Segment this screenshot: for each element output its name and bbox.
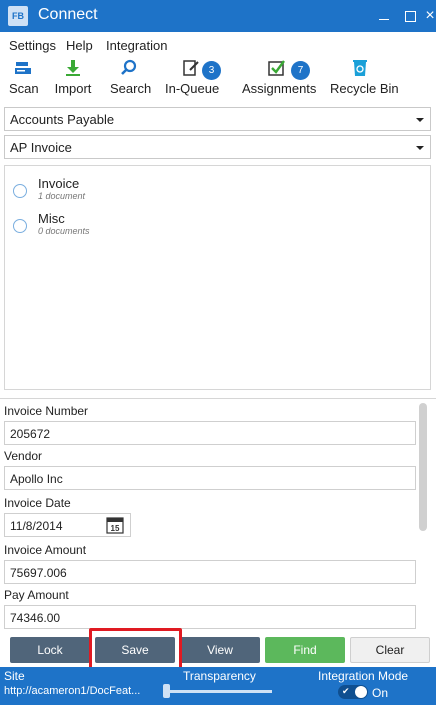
inqueue-count-badge: 3 [202,61,221,80]
transparency-label: Transparency [183,669,256,683]
close-button[interactable]: × [424,4,436,28]
pay-amount-field[interactable]: 74346.00 [4,605,416,629]
calendar-icon[interactable]: 15 [106,516,124,534]
scan-label: Scan [9,81,39,96]
document-name: Misc [38,211,65,226]
check-icon: ✔ [342,686,350,696]
menu-integration[interactable]: Integration [106,38,167,53]
chevron-down-icon [416,146,424,150]
site-label: Site [4,669,25,683]
recycle-bin-icon [353,60,367,76]
status-bar: Site http://acameron1/DocFeat... Transpa… [0,667,436,705]
edit-document-icon [183,60,199,76]
scan-button[interactable]: Scan [9,58,39,100]
list-item[interactable]: Misc 0 documents [5,207,430,241]
search-button[interactable]: Search [110,58,152,100]
app-logo: FB [8,6,28,26]
minimize-button[interactable] [372,4,396,28]
integration-mode-toggle[interactable]: ✔ [338,685,368,699]
view-button[interactable]: View [180,637,260,663]
invoice-date-label: Invoice Date [4,496,71,510]
invoice-number-label: Invoice Number [4,404,89,418]
document-type-select[interactable]: AP Invoice [4,135,431,159]
import-label: Import [54,81,92,96]
title-bar: FB Connect × [0,0,436,32]
fields-scrollbar[interactable] [419,403,427,531]
clear-button[interactable]: Clear [350,637,430,663]
menu-bar: Settings Help Integration [0,32,436,56]
save-button[interactable]: Save [95,637,175,663]
menu-help[interactable]: Help [66,38,93,53]
assignments-label: Assignments [242,81,317,96]
scanner-icon [15,62,31,74]
integration-mode-label: Integration Mode [318,669,409,683]
toolbar: Scan Import Search In-Queue 3 Assignment… [0,58,436,100]
document-type-list: Invoice 1 document Misc 0 documents [4,165,431,390]
vendor-label: Vendor [4,449,43,463]
radio-button[interactable] [13,184,27,198]
document-count: 1 document [38,191,86,201]
integration-mode-state: On [372,686,389,700]
radio-button[interactable] [13,219,27,233]
toggle-knob [355,686,367,698]
pay-amount-label: Pay Amount [4,588,69,602]
department-value: Accounts Payable [10,112,115,127]
list-item[interactable]: Invoice 1 document [5,172,430,206]
site-url: http://acameron1/DocFeat... [4,685,141,697]
action-bar: Lock Save View Find Clear [0,635,436,663]
invoice-number-field[interactable]: 205672 [4,421,416,445]
transparency-slider-thumb[interactable] [163,684,170,698]
search-icon [121,59,137,75]
lock-button[interactable]: Lock [10,637,90,663]
chevron-down-icon [416,118,424,122]
window-title: Connect [38,6,98,23]
invoice-date-value: 11/8/2014 [10,519,63,533]
calendar-day: 15 [111,524,120,533]
search-label: Search [110,81,152,96]
import-button[interactable]: Import [54,58,92,100]
department-select[interactable]: Accounts Payable [4,107,431,131]
assignments-count-badge: 7 [291,61,310,80]
index-fields-panel: Invoice Number 205672 Vendor Apollo Inc … [0,398,436,630]
document-type-value: AP Invoice [10,140,72,155]
checkbox-icon [268,60,285,76]
menu-settings[interactable]: Settings [9,38,56,53]
document-count: 0 documents [38,226,90,236]
transparency-slider[interactable] [166,690,272,693]
inqueue-label: In-Queue [165,81,220,96]
maximize-button[interactable] [398,4,422,28]
vendor-field[interactable]: Apollo Inc [4,466,416,490]
invoice-amount-label: Invoice Amount [4,543,87,557]
import-icon [66,60,80,76]
invoice-amount-field[interactable]: 75697.006 [4,560,416,584]
recycle-bin-button[interactable]: Recycle Bin [330,58,399,100]
find-button[interactable]: Find [265,637,345,663]
recycle-bin-label: Recycle Bin [330,81,399,96]
document-name: Invoice [38,176,80,191]
